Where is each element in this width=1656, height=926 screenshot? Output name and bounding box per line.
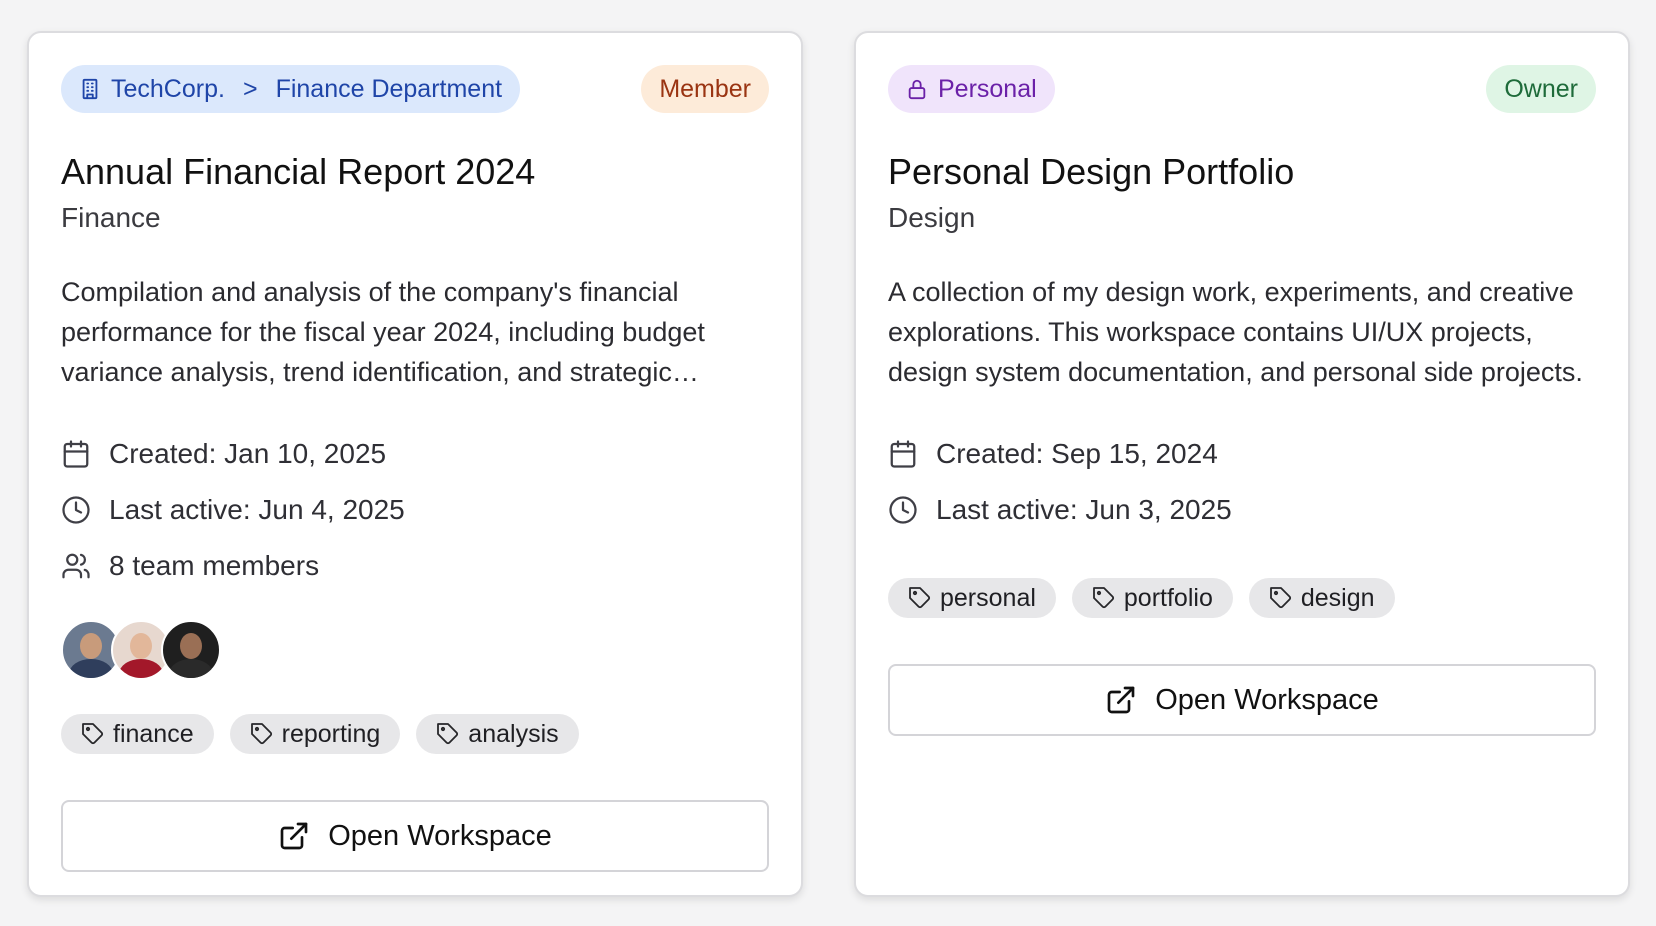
scope-badge: Personal: [888, 65, 1055, 113]
tag[interactable]: analysis: [416, 714, 579, 755]
breadcrumb-separator: >: [242, 74, 258, 103]
workspace-grid: TechCorp. > Finance Department Member An…: [0, 0, 1656, 926]
external-link-icon: [280, 823, 308, 850]
last-active: Last active: Jun 4, 2025: [61, 482, 769, 538]
created-date: Created: Sep 15, 2024: [888, 426, 1596, 482]
open-workspace-button[interactable]: Open Workspace: [61, 800, 769, 873]
card-header: TechCorp. > Finance Department Member: [61, 65, 769, 113]
member-avatars: [61, 620, 769, 681]
scope-label: Personal: [938, 74, 1037, 103]
tag[interactable]: portfolio: [1071, 578, 1233, 619]
breadcrumb[interactable]: TechCorp. > Finance Department: [61, 65, 521, 113]
created-label: Created: Sep 15, 2024: [936, 438, 1218, 470]
tag[interactable]: personal: [888, 578, 1056, 619]
clock-icon: [62, 496, 90, 525]
tag-label: reporting: [281, 719, 381, 748]
card-header: Personal Owner: [888, 65, 1596, 113]
breadcrumb-department: Finance Department: [275, 74, 503, 103]
avatar[interactable]: [161, 620, 221, 681]
tag[interactable]: finance: [61, 714, 214, 755]
workspace-card: TechCorp. > Finance Department Member An…: [27, 31, 803, 897]
last-active: Last active: Jun 3, 2025: [888, 482, 1596, 538]
tag-label: finance: [113, 719, 194, 748]
tag-icon: [1269, 587, 1291, 609]
tag-icon: [1093, 587, 1114, 609]
tag-icon: [909, 587, 931, 609]
tag-icon: [250, 723, 272, 745]
last-active-label: Last active: Jun 4, 2025: [109, 494, 405, 526]
workspace-description: A collection of my design work, experime…: [888, 277, 1583, 388]
workspace-card: Personal Owner Personal Design Portfolio…: [854, 31, 1630, 897]
member-count-label: 8 team members: [109, 550, 320, 582]
tag-label: personal: [940, 583, 1036, 612]
tag-label: portfolio: [1123, 583, 1213, 612]
building-icon: [82, 78, 98, 100]
calendar-icon: [63, 440, 89, 469]
workspace-meta: Created: Sep 15, 2024 Last active: Jun 3…: [888, 426, 1596, 538]
member-count: 8 team members: [61, 538, 769, 594]
created-label: Created: Jan 10, 2025: [109, 438, 387, 470]
open-workspace-label: Open Workspace: [328, 819, 552, 852]
role-badge: Owner: [1486, 65, 1596, 113]
open-workspace-label: Open Workspace: [1155, 683, 1379, 716]
tag-list: personal portfolio design: [888, 578, 1596, 619]
lock-icon: [908, 79, 926, 100]
workspace-title: Personal Design Portfolio: [888, 151, 1295, 192]
workspace-meta: Created: Jan 10, 2025 Last active: Jun 4…: [61, 426, 769, 594]
clock-icon: [889, 496, 917, 525]
open-workspace-button[interactable]: Open Workspace: [888, 664, 1596, 737]
tag-icon: [82, 723, 104, 745]
tag[interactable]: design: [1248, 578, 1395, 619]
last-active-label: Last active: Jun 3, 2025: [936, 494, 1232, 526]
calendar-icon: [890, 440, 916, 469]
users-icon: [62, 554, 90, 579]
external-link-icon: [1107, 687, 1135, 714]
created-date: Created: Jan 10, 2025: [61, 426, 769, 482]
tag[interactable]: reporting: [229, 714, 401, 755]
workspace-category: Design: [888, 202, 976, 234]
tag-icon: [437, 723, 459, 745]
breadcrumb-org: TechCorp.: [111, 74, 225, 103]
tag-label: analysis: [468, 719, 559, 748]
workspace-category: Finance: [61, 202, 161, 234]
tag-label: design: [1300, 583, 1375, 612]
role-badge: Member: [641, 65, 769, 113]
workspace-description: Compilation and analysis of the company'…: [61, 277, 705, 388]
workspace-title: Annual Financial Report 2024: [61, 151, 536, 192]
tag-list: finance reporting analysis: [61, 714, 769, 755]
